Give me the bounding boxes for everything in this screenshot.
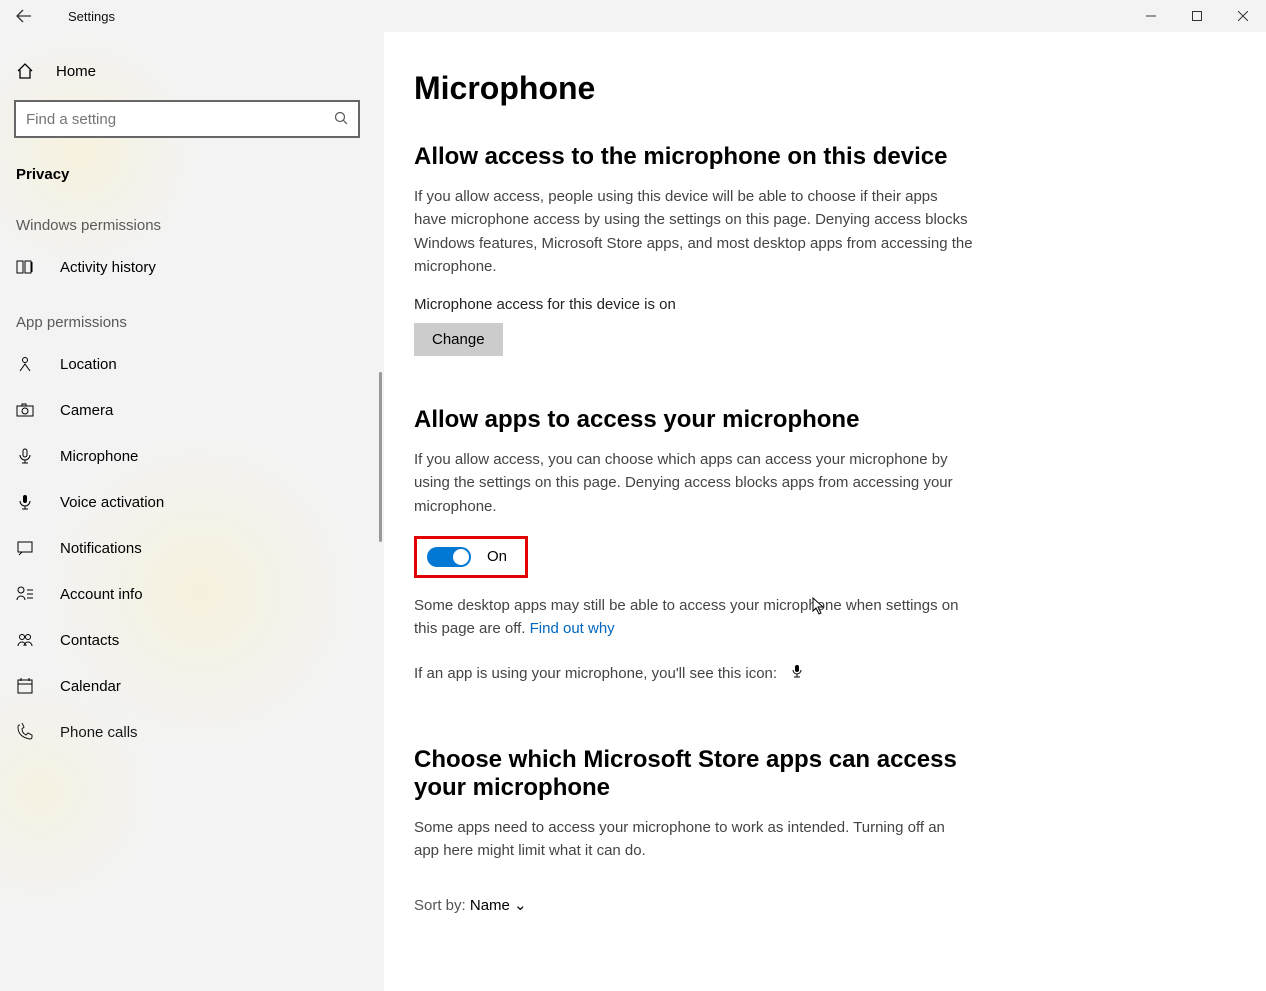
apps-access-toggle-highlight: On [414,536,528,578]
sidebar-item-label: Phone calls [60,724,138,741]
notifications-icon [14,539,36,557]
page-title: Microphone [414,70,1236,107]
device-status: Microphone access for this device is on [414,296,1236,313]
sidebar-item-notifications[interactable]: Notifications [0,525,384,571]
find-out-why-link[interactable]: Find out why [530,620,615,637]
contacts-icon [14,631,36,649]
sidebar-item-label: Account info [60,586,143,603]
minimize-icon [1146,11,1156,21]
section-allow-apps-desc: If you allow access, you can choose whic… [414,448,974,518]
sidebar-item-location[interactable]: Location [0,341,384,387]
sidebar-item-label: Location [60,356,117,373]
sort-value: Name [470,897,510,914]
titlebar: Settings [0,0,1266,32]
sidebar-item-camera[interactable]: Camera [0,387,384,433]
minimize-button[interactable] [1128,0,1174,32]
arrow-left-icon [16,8,32,24]
sort-dropdown[interactable]: Name ⌄ [470,897,527,914]
group-windows-permissions: Windows permissions [0,193,384,244]
home-label: Home [56,63,96,80]
sidebar-item-label: Voice activation [60,494,164,511]
home-icon [14,62,36,80]
sidebar-item-label: Contacts [60,632,119,649]
chevron-down-icon: ⌄ [514,897,527,914]
usage-note: If an app is using your microphone, you'… [414,662,974,685]
microphone-icon [14,447,36,465]
sidebar-item-label: Camera [60,402,113,419]
sidebar-scrollbar[interactable] [379,372,382,542]
category-label: Privacy [0,154,384,193]
section-allow-apps: Allow apps to access your microphone [414,406,1236,434]
account-info-icon [14,585,36,603]
camera-icon [14,401,36,419]
close-icon [1238,11,1248,21]
section-choose-apps-desc: Some apps need to access your microphone… [414,816,974,863]
desktop-apps-note: Some desktop apps may still be able to a… [414,594,974,641]
apps-access-toggle[interactable] [427,547,471,567]
sidebar-item-calendar[interactable]: Calendar [0,663,384,709]
section-allow-device-desc: If you allow access, people using this d… [414,185,974,278]
main-content: Microphone Allow access to the microphon… [384,32,1266,991]
search-box[interactable] [14,100,360,138]
toggle-knob [453,549,469,565]
desktop-note-text: Some desktop apps may still be able to a… [414,597,958,637]
search-icon [334,111,348,128]
toggle-state-label: On [487,548,507,565]
sidebar-item-label: Microphone [60,448,138,465]
sidebar: Home Privacy Windows permissions Activit… [0,32,384,991]
activity-history-icon [14,258,36,276]
maximize-icon [1192,11,1202,21]
sidebar-item-microphone[interactable]: Microphone [0,433,384,479]
sidebar-item-label: Calendar [60,678,121,695]
sort-row: Sort by: Name ⌄ [414,896,1236,914]
location-icon [14,355,36,373]
usage-note-text: If an app is using your microphone, you'… [414,665,777,682]
group-app-permissions: App permissions [0,290,384,341]
microphone-indicator-icon [785,665,803,682]
search-input[interactable] [26,111,334,128]
calendar-icon [14,677,36,695]
home-nav[interactable]: Home [0,52,384,90]
sidebar-item-activity-history[interactable]: Activity history [0,244,384,290]
sort-label: Sort by: [414,897,466,914]
window-title: Settings [68,9,115,24]
sidebar-item-voice-activation[interactable]: Voice activation [0,479,384,525]
change-button[interactable]: Change [414,323,503,356]
close-button[interactable] [1220,0,1266,32]
sidebar-item-contacts[interactable]: Contacts [0,617,384,663]
sidebar-item-label: Activity history [60,259,156,276]
phone-icon [14,723,36,741]
voice-activation-icon [14,493,36,511]
section-allow-device: Allow access to the microphone on this d… [414,143,1236,171]
window-controls [1128,0,1266,32]
maximize-button[interactable] [1174,0,1220,32]
sidebar-item-account-info[interactable]: Account info [0,571,384,617]
back-button[interactable] [0,8,48,24]
section-choose-apps: Choose which Microsoft Store apps can ac… [414,746,974,802]
sidebar-item-label: Notifications [60,540,142,557]
sidebar-item-phone-calls[interactable]: Phone calls [0,709,384,755]
